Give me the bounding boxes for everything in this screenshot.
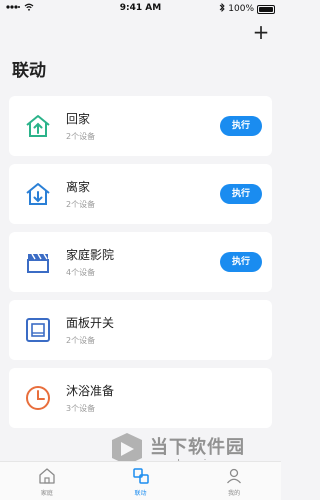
tab-home[interactable]: 家庭 [0, 462, 94, 500]
scene-name: 家庭影院 [66, 248, 115, 262]
user-icon [225, 467, 243, 485]
watermark-title: 当下软件园 [150, 437, 245, 458]
page-title: 联动 [12, 61, 46, 81]
house-icon [38, 467, 56, 485]
scene-device-count: 2个设备 [66, 200, 96, 209]
scene-list: 回家 2个设备 执行 离家 2个设备 执行 家庭影院 4个设备 执行 面板开关 … [9, 96, 272, 436]
scene-name: 沐浴准备 [66, 384, 115, 398]
add-button[interactable]: + [251, 22, 271, 42]
scene-card-home-theater[interactable]: 家庭影院 4个设备 执行 [9, 232, 272, 292]
scene-name: 回家 [66, 112, 91, 126]
tab-label: 我的 [228, 490, 241, 497]
battery-percent: 100% [228, 4, 254, 14]
panel-switch-icon [24, 316, 52, 344]
scene-card-bath-prep[interactable]: 沐浴准备 3个设备 [9, 368, 272, 428]
home-arrow-up-icon [24, 112, 52, 140]
scene-device-count: 2个设备 [66, 336, 96, 345]
clock-icon [24, 384, 52, 412]
tab-label: 家庭 [40, 490, 53, 497]
tab-mine[interactable]: 我的 [187, 462, 281, 500]
scene-card-go-home[interactable]: 回家 2个设备 执行 [9, 96, 272, 156]
scene-device-count: 2个设备 [66, 132, 96, 141]
tab-linkage[interactable]: 联动 [94, 462, 188, 500]
execute-button[interactable]: 执行 [220, 184, 262, 204]
home-arrow-down-icon [24, 180, 52, 208]
execute-button[interactable]: 执行 [220, 252, 262, 272]
scene-name: 离家 [66, 180, 91, 194]
scene-device-count: 3个设备 [66, 404, 96, 413]
status-right: 100% [219, 2, 275, 15]
battery-icon [257, 4, 275, 14]
tab-bar: 家庭 联动 我的 [0, 461, 281, 500]
scene-device-count: 4个设备 [66, 268, 96, 277]
scene-card-panel-switch[interactable]: 面板开关 2个设备 [9, 300, 272, 360]
clapperboard-icon [24, 248, 52, 276]
link-icon [132, 467, 150, 485]
status-bar: 9:41 AM 100% [0, 0, 281, 18]
scene-card-leave-home[interactable]: 离家 2个设备 执行 [9, 164, 272, 224]
bluetooth-icon [219, 2, 225, 15]
execute-button[interactable]: 执行 [220, 116, 262, 136]
scene-name: 面板开关 [66, 316, 115, 330]
tab-label: 联动 [134, 490, 147, 497]
